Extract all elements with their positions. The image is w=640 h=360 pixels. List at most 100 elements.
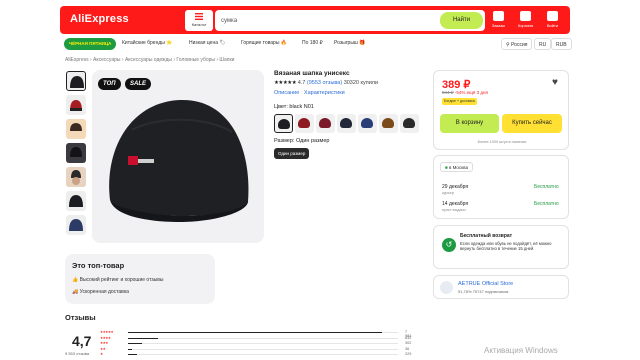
description-link[interactable]: Описание xyxy=(274,90,299,96)
aliexpress-logo[interactable]: AliExpress xyxy=(70,13,129,25)
top-product-box: Это топ-товар 👍 Высокий рейтинг и хороши… xyxy=(65,254,215,304)
breadcrumb[interactable]: AliExpress › Аксессуары › Аксессуары оде… xyxy=(65,57,234,63)
nav-180-rub[interactable]: По 180 ₽ xyxy=(302,40,323,46)
hat-swatch-icon xyxy=(319,118,331,128)
rating-stars: ★★★★★ xyxy=(100,330,114,334)
hat-swatch-icon xyxy=(298,118,310,128)
top-badge: ТОП xyxy=(98,78,121,90)
color-swatch-black[interactable] xyxy=(274,114,293,133)
gallery-thumb[interactable] xyxy=(66,95,86,115)
gallery-thumb[interactable] xyxy=(66,215,86,235)
old-price: 844 ₽ xyxy=(442,90,454,95)
rating-stars: ★★★★ xyxy=(100,335,111,340)
delivery-type: курьер xyxy=(442,191,454,195)
rating-bar-row: ★★★ 302 xyxy=(100,341,411,346)
nav-giveaway[interactable]: Розыгрыш 🎁 xyxy=(334,40,366,46)
store-stats: 91,78% 75747 подписчиков xyxy=(458,289,509,294)
color-swatch-navy[interactable] xyxy=(337,114,356,133)
rating-row: ★★★★★ 4.7 (9553 отзыва) 30320 купили xyxy=(274,80,378,86)
color-swatch-red[interactable] xyxy=(295,114,314,133)
specs-link[interactable]: Характеристики xyxy=(304,90,345,96)
rating-bar-row: ★★★★★ 7 984 xyxy=(100,330,411,338)
product-title: Вязаная шапка унисекс xyxy=(274,70,350,77)
store-panel[interactable]: AETRUE Official Store 91,78% 75747 подпи… xyxy=(433,275,569,299)
delivery-panel: ■ в Москва 29 декабря курьер Бесплатно 1… xyxy=(433,155,569,219)
orders-icon xyxy=(493,11,504,21)
old-price-row: 844 ₽ -54% ещё 3 дня xyxy=(442,90,488,96)
sale-badge: SALE xyxy=(125,78,152,90)
thumbs-up-icon: 👍 xyxy=(72,277,79,283)
gallery-thumb[interactable] xyxy=(66,167,86,187)
hat-swatch-icon xyxy=(278,119,290,129)
buy-now-button[interactable]: Купить сейчас xyxy=(502,114,562,133)
color-swatch-dark[interactable] xyxy=(400,114,419,133)
rating-bar-track xyxy=(128,343,398,345)
top-product-title: Это топ-товар xyxy=(72,261,125,270)
truck-icon: 🚚 xyxy=(72,289,79,295)
gallery-thumb[interactable] xyxy=(66,71,86,91)
top-product-item: 🚚 Ускоренная доставка xyxy=(72,289,129,295)
catalog-button[interactable]: Каталог xyxy=(185,10,213,31)
reviews-title: Отзывы xyxy=(65,313,96,322)
user-icon xyxy=(547,11,558,21)
product-links: Описание Характеристики xyxy=(274,90,345,96)
rating-bar-track xyxy=(128,332,398,334)
cart-button[interactable]: Корзина xyxy=(515,10,536,31)
favorite-heart-icon[interactable]: ♥ xyxy=(552,77,558,88)
region-label: Россия xyxy=(511,42,528,48)
currency-select[interactable]: RUB xyxy=(551,38,572,50)
nav-low-price[interactable]: Низкая цена 🏷 xyxy=(189,40,226,46)
region-select[interactable]: ⚲ Россия xyxy=(501,38,533,50)
login-button[interactable]: Войти xyxy=(542,10,563,31)
hat-swatch-icon xyxy=(340,118,352,128)
delivery-type: пункт выдачи xyxy=(442,208,466,212)
rating-bar-track xyxy=(128,354,398,356)
gallery-thumb[interactable] xyxy=(66,143,86,163)
orders-button[interactable]: Заказы xyxy=(488,10,509,31)
hat-swatch-icon xyxy=(382,118,394,128)
size-option[interactable]: Один размер xyxy=(274,148,310,159)
search-button[interactable]: Найти xyxy=(440,12,483,29)
rating-bar-row: ★★ 36 xyxy=(100,347,410,352)
rating-stars: ★ xyxy=(100,352,103,356)
delivery-date: 29 декабря xyxy=(442,184,469,190)
buy-panel: 389 ₽ ♥ 844 ₽ -54% ещё 3 дня Бэтдые + до… xyxy=(433,70,569,150)
promo-tag: Бэтдые + доставка xyxy=(442,98,477,105)
rating-bar-track xyxy=(128,348,398,350)
store-name[interactable]: AETRUE Official Store xyxy=(458,281,513,287)
catalog-label: Каталог xyxy=(191,22,207,27)
hat-swatch-icon xyxy=(361,118,373,128)
color-swatch-blue[interactable] xyxy=(358,114,377,133)
returns-text: Если одежда или обувь не подойдёт, её мо… xyxy=(460,241,552,252)
rating-bar-fill xyxy=(128,332,382,334)
rating-stars: ★★★★★ xyxy=(274,80,297,86)
rating-bar-fill xyxy=(128,354,138,356)
reviews-link[interactable]: (9553 отзыва) xyxy=(307,80,342,86)
stock-info: Более 1000 штук в наличии xyxy=(477,140,527,144)
add-to-cart-button[interactable]: В корзину xyxy=(440,114,499,133)
color-label: Цвет: black N01 xyxy=(274,104,314,110)
rating-stars: ★★★ xyxy=(100,341,108,345)
gallery-thumb[interactable] xyxy=(66,191,86,211)
reviews-count: 9 553 отзыва xyxy=(65,351,90,356)
nav-hot-items[interactable]: Горящие товары 🔥 xyxy=(241,40,287,46)
rating-bar-row: ★★★★ 832 xyxy=(100,335,411,341)
delivery-price: Бесплатно xyxy=(534,184,559,190)
nav-chinese-brands[interactable]: Китайские бренды ⭐ xyxy=(122,40,172,46)
gallery-thumb[interactable] xyxy=(66,119,86,139)
beanie-hat-image xyxy=(109,99,249,222)
header-bar: AliExpress Каталог Найти Заказы Корзина … xyxy=(60,6,570,34)
search-input[interactable] xyxy=(221,13,421,28)
language-select[interactable]: RU xyxy=(534,38,552,50)
black-friday-promo[interactable]: ЧЁРНАЯ ПЯТНИЦА xyxy=(64,38,117,50)
truck-icon: ■ xyxy=(445,165,448,170)
color-swatch-brown[interactable] xyxy=(379,114,398,133)
cart-icon xyxy=(520,11,531,21)
search-bar: Найти xyxy=(215,10,485,31)
delivery-city[interactable]: ■ в Москва xyxy=(440,162,473,172)
delivery-price: Бесплатно xyxy=(534,201,559,207)
product-main-image[interactable]: ТОП SALE xyxy=(92,70,264,243)
discount: -54% ещё 3 дня xyxy=(454,90,488,95)
color-swatch-burgundy[interactable] xyxy=(316,114,335,133)
returns-title: Бесплатный возврат xyxy=(460,233,513,239)
